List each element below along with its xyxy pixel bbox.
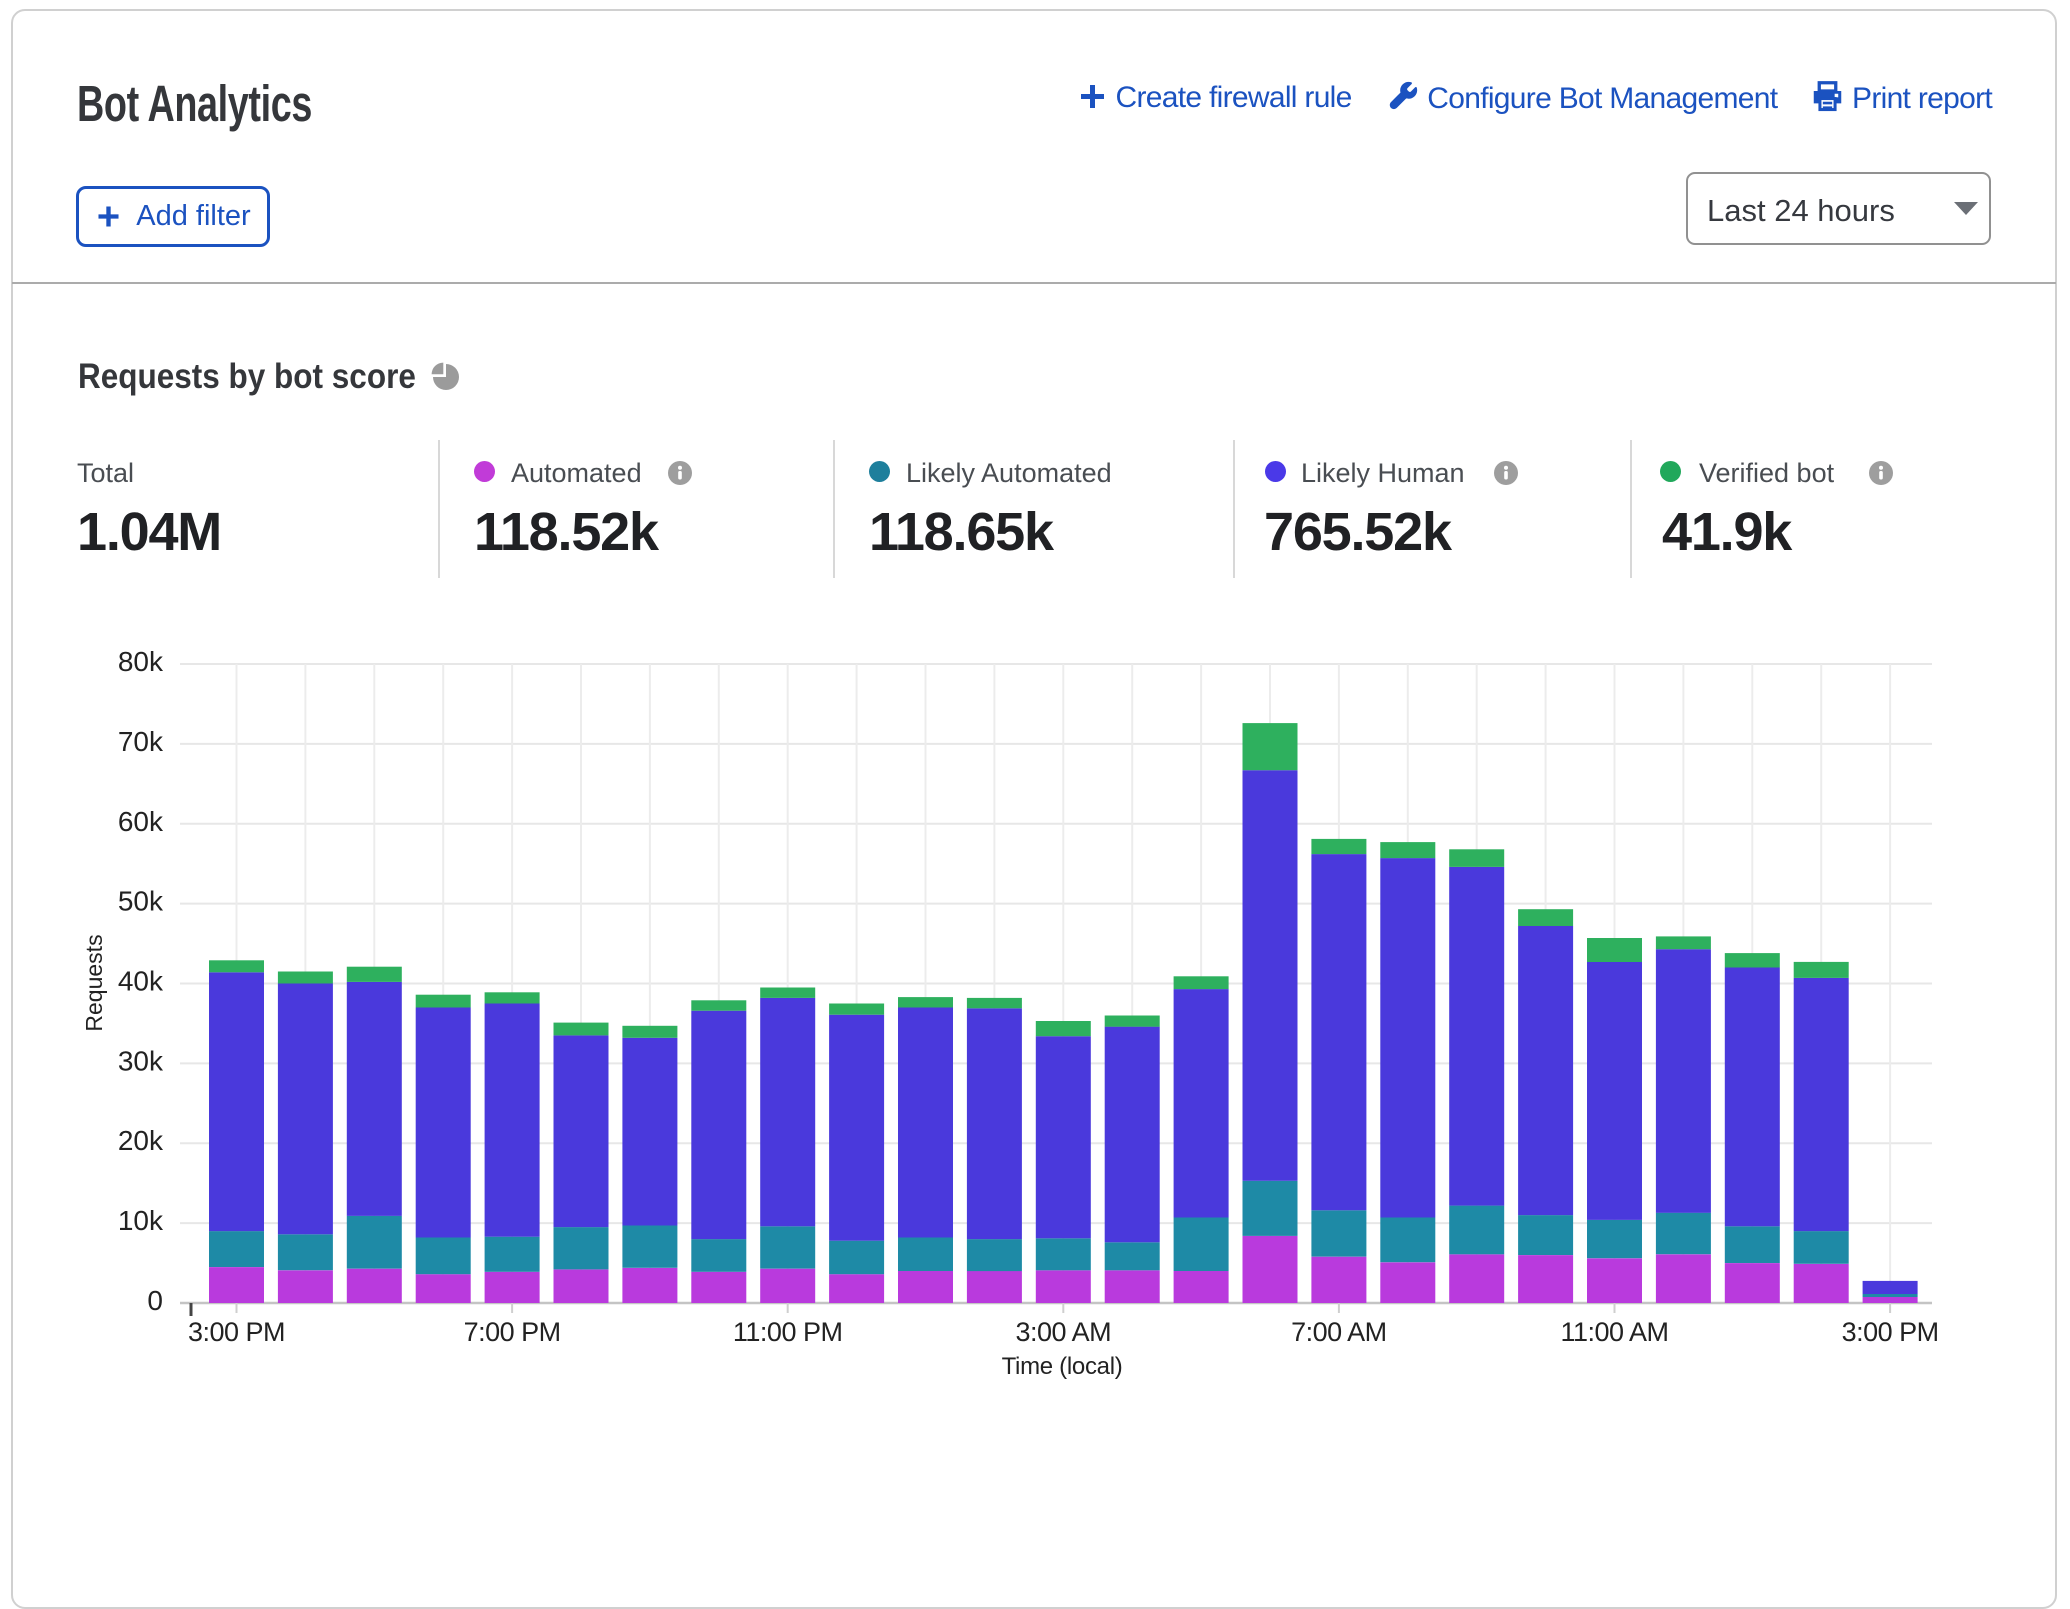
svg-text:11:00 PM: 11:00 PM xyxy=(733,1317,843,1347)
svg-text:50k: 50k xyxy=(118,886,164,917)
svg-text:30k: 30k xyxy=(118,1045,164,1076)
svg-text:20k: 20k xyxy=(118,1125,164,1156)
svg-text:70k: 70k xyxy=(118,726,164,757)
svg-text:11:00 AM: 11:00 AM xyxy=(1560,1317,1668,1347)
svg-text:3:00 PM: 3:00 PM xyxy=(1842,1317,1939,1347)
svg-text:3:00 AM: 3:00 AM xyxy=(1016,1317,1112,1347)
svg-text:80k: 80k xyxy=(118,646,164,677)
svg-text:7:00 AM: 7:00 AM xyxy=(1291,1317,1387,1347)
svg-text:40k: 40k xyxy=(118,966,164,997)
svg-text:7:00 PM: 7:00 PM xyxy=(464,1317,561,1347)
svg-text:Requests: Requests xyxy=(81,934,107,1031)
svg-text:Time (local): Time (local) xyxy=(1002,1353,1123,1380)
svg-text:10k: 10k xyxy=(118,1205,164,1236)
svg-text:60k: 60k xyxy=(118,806,164,837)
svg-text:3:00 PM: 3:00 PM xyxy=(188,1317,285,1347)
svg-text:0: 0 xyxy=(147,1285,163,1316)
